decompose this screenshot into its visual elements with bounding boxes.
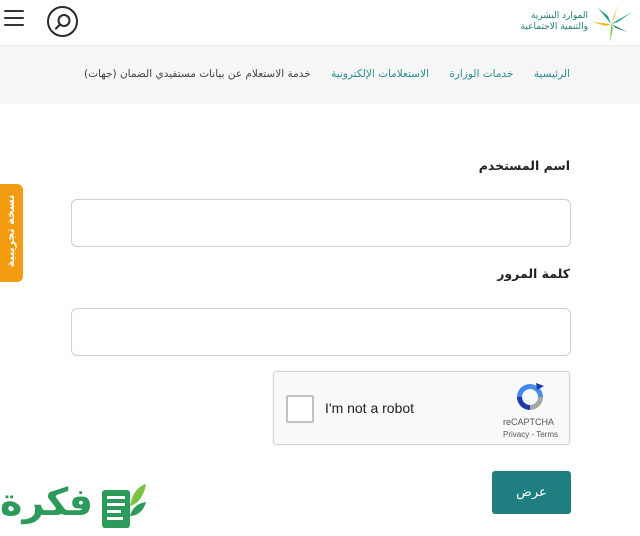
recaptcha-privacy-link[interactable]: Privacy (503, 430, 529, 439)
password-input[interactable] (71, 308, 571, 356)
password-label: كلمة المرور (497, 266, 570, 281)
submit-button[interactable]: عرض (492, 471, 571, 514)
breadcrumb-home[interactable]: الرئيسية (534, 68, 570, 80)
watermark-logo: فكرة (0, 474, 155, 536)
recaptcha-brand: reCAPTCHA (503, 417, 555, 427)
logo-line-2: والتنمية الاجتماعية (520, 22, 588, 32)
book-leaf-icon (102, 484, 146, 528)
ministry-logo[interactable]: الموارد البشرية والتنمية الاجتماعية (506, 2, 636, 44)
recaptcha-checkbox[interactable] (286, 395, 314, 423)
hamburger-icon[interactable] (4, 10, 24, 26)
search-icon[interactable] (47, 6, 78, 37)
username-input[interactable] (71, 199, 571, 247)
breadcrumb-ministry-services[interactable]: خدمات الوزارة (449, 68, 513, 80)
watermark-text: فكرة (0, 480, 94, 524)
recaptcha-logo-icon (517, 383, 544, 410)
beta-version-tab[interactable]: نسخة تجريبية (0, 184, 23, 282)
beta-version-label: نسخة تجريبية (4, 194, 17, 268)
recaptcha-label: I'm not a robot (325, 400, 415, 416)
breadcrumb-current: خدمة الاستعلام عن بيانات مستفيدي الضمان … (84, 68, 311, 80)
breadcrumb-bar: الرئيسية خدمات الوزارة الاستعلامات الإلك… (0, 46, 640, 104)
username-label: اسم المستخدم (478, 158, 570, 173)
recaptcha-widget: I'm not a robot reCAPTCHA Privacy - Term… (273, 371, 570, 445)
recaptcha-links: Privacy - Terms (503, 430, 558, 439)
logo-line-1: الموارد البشرية (530, 11, 588, 21)
logo-text: الموارد البشرية والتنمية الاجتماعية (521, 11, 588, 33)
breadcrumb-e-inquiries[interactable]: الاستعلامات الإلكترونية (331, 68, 429, 80)
top-header: الموارد البشرية والتنمية الاجتماعية (0, 0, 640, 46)
recaptcha-terms-link[interactable]: Terms (536, 430, 558, 439)
palm-emblem-icon (592, 4, 632, 42)
breadcrumb: الرئيسية خدمات الوزارة الاستعلامات الإلك… (67, 68, 570, 80)
